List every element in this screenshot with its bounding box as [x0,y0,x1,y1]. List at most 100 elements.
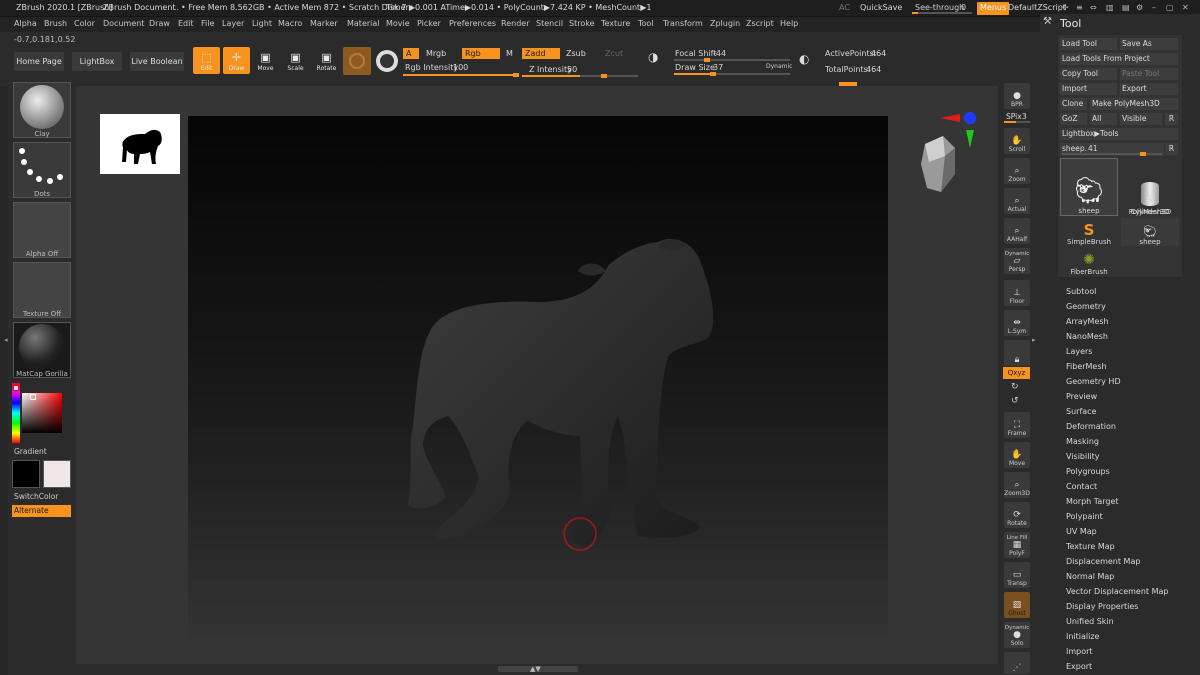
menu-zscript[interactable]: Zscript [746,19,774,28]
floor-button[interactable]: ⊥ Floor [1004,280,1030,306]
subpalette-contact[interactable]: Contact [1066,482,1097,491]
default-zscript-button[interactable]: DefaultZScript [1008,3,1066,12]
color-picker[interactable] [12,383,72,443]
layout-icon[interactable]: ✢ [1062,3,1069,12]
collapse-arrows-icon[interactable]: ▲▼ [530,665,541,673]
menu-preferences[interactable]: Preferences [449,19,496,28]
load-tools-from-project-button[interactable]: Load Tools From Project [1060,53,1178,65]
subpalette-geometry[interactable]: Geometry [1066,302,1106,311]
expand-icon[interactable]: ⇔ [1090,3,1097,12]
subpalette-fibermesh[interactable]: FiberMesh [1066,362,1107,371]
persp-button[interactable]: Dynamic ▱ Persp [1004,248,1030,274]
viewport-canvas[interactable] [188,116,888,639]
menu-layer[interactable]: Layer [222,19,244,28]
rotate-y-icon[interactable]: ↻ [1011,382,1019,392]
palette-icon[interactable]: ▥ [1106,3,1114,12]
goz-r-button[interactable]: R [1165,113,1178,125]
menu-tool[interactable]: Tool [638,19,654,28]
seethrough-slider[interactable]: See-through 0 [912,3,972,14]
move-view-button[interactable]: ✋ Move [1004,442,1030,468]
subpalette-morph-target[interactable]: Morph Target [1066,497,1119,506]
rotate-mode-button[interactable]: ▣ Rotate [313,47,340,74]
subpalette-surface[interactable]: Surface [1066,407,1096,416]
current-tool-r-button[interactable]: R [1165,143,1178,155]
alternate-button[interactable]: Alternate [12,505,71,517]
lightbox-tools-button[interactable]: Lightbox▶Tools [1060,128,1178,140]
main-color-swatch[interactable] [12,460,40,488]
saturation-square[interactable] [22,393,62,433]
lightbox-button[interactable]: LightBox [72,52,122,71]
secondary-color-swatch[interactable] [43,460,71,488]
color-cursor[interactable] [30,394,36,400]
menu-macro[interactable]: Macro [278,19,302,28]
menu-material[interactable]: Material [347,19,380,28]
subpalette-geometry-hd[interactable]: Geometry HD [1066,377,1121,386]
z-intensity-knob[interactable] [601,74,607,78]
tool-thumb-sheep[interactable]: 🐑︎ sheep [1060,158,1118,216]
subpalette-arraymesh[interactable]: ArrayMesh [1066,317,1109,326]
bpr-button[interactable]: ● BPR [1004,83,1030,109]
export-tool-button[interactable]: Export [1120,83,1178,95]
a-toggle[interactable]: A [403,48,419,59]
polyframe-button[interactable]: Line Fill ▦ PolyF [1004,532,1030,558]
copy-tool-button[interactable]: Copy Tool [1060,68,1117,80]
save-as-button[interactable]: Save As [1120,38,1178,50]
stroke-type-button[interactable] [376,50,398,72]
subpalette-visibility[interactable]: Visibility [1066,452,1100,461]
tool-palette-pin-icon[interactable]: ⚒ [1043,16,1052,27]
subpalette-vector-displacement-map[interactable]: Vector Displacement Map [1066,587,1168,596]
subpalette-subtool[interactable]: Subtool [1066,287,1096,296]
scale-mode-button[interactable]: ▣ Scale [282,47,309,74]
load-tool-button[interactable]: Load Tool [1060,38,1117,50]
tool-thumb-fiberbrush[interactable]: ✺ FiberBrush [1060,248,1118,276]
zoom3d-button[interactable]: ⌕ Zoom3D [1004,472,1030,498]
m-toggle[interactable]: M [503,48,516,59]
subpalette-uv-map[interactable]: UV Map [1066,527,1097,536]
subpalette-masking[interactable]: Masking [1066,437,1099,446]
subpalette-initialize[interactable]: Initialize [1066,632,1099,641]
home-page-button[interactable]: Home Page [14,52,64,71]
tool-palette-title[interactable]: Tool [1060,17,1081,30]
sheep-model[interactable] [188,116,888,639]
tool-thumb-sheep-2[interactable]: 🐑︎ sheep [1121,218,1179,246]
local-symmetry-button[interactable]: ⇹ L.Sym [1004,310,1030,336]
subpalette-export[interactable]: Export [1066,662,1092,671]
subpalette-display-properties[interactable]: Display Properties [1066,602,1138,611]
scroll-button[interactable]: ✋ Scroll [1004,128,1030,154]
axis-gizmo[interactable] [940,108,980,148]
subpalette-nanomesh[interactable]: NanoMesh [1066,332,1108,341]
minimize-icon[interactable]: – [1152,3,1156,12]
subpalette-unified-skin[interactable]: Unified Skin [1066,617,1114,626]
tool-thumb-polymesh3d[interactable]: ✶ PolyMesh3D [1121,186,1179,216]
menu-draw[interactable]: Draw [149,19,170,28]
hue-cursor[interactable] [13,385,19,391]
subpalette-layers[interactable]: Layers [1066,347,1092,356]
menu-document[interactable]: Document [103,19,144,28]
make-polymesh3d-button[interactable]: Make PolyMesh3D [1090,98,1178,110]
subpalette-normal-map[interactable]: Normal Map [1066,572,1114,581]
xpose-button[interactable]: ⋰ [1004,652,1030,674]
hue-strip[interactable] [12,383,20,443]
tool-thumb-simplebrush[interactable]: S SimpleBrush [1060,218,1118,246]
menu-stencil[interactable]: Stencil [536,19,563,28]
menu-picker[interactable]: Picker [417,19,441,28]
transp-button[interactable]: ▭ Transp [1004,562,1030,588]
dynamic-toggle[interactable]: Dynamic [766,63,792,70]
rgb-intensity-knob[interactable] [513,73,519,77]
subpalette-deformation[interactable]: Deformation [1066,422,1116,431]
left-tray-strip[interactable] [0,86,8,675]
subpalette-displacement-map[interactable]: Displacement Map [1066,557,1140,566]
goz-all-button[interactable]: All [1090,113,1117,125]
zcut-toggle[interactable]: Zcut [602,48,626,59]
close-icon[interactable]: ✕ [1182,3,1189,12]
goz-button[interactable]: GoZ [1060,113,1087,125]
settings-icon[interactable]: ⚙ [1136,3,1143,12]
quicksave-button[interactable]: QuickSave [860,3,902,12]
menu-color[interactable]: Color [74,19,95,28]
import-tool-button[interactable]: Import [1060,83,1117,95]
subpalette-polypaint[interactable]: Polypaint [1066,512,1103,521]
mrgb-toggle[interactable]: Mrgb [423,48,449,59]
tray-icon[interactable]: ▤ [1122,3,1130,12]
draw-size-knob[interactable] [710,72,716,76]
zoom-button[interactable]: ⌕ Zoom [1004,158,1030,184]
